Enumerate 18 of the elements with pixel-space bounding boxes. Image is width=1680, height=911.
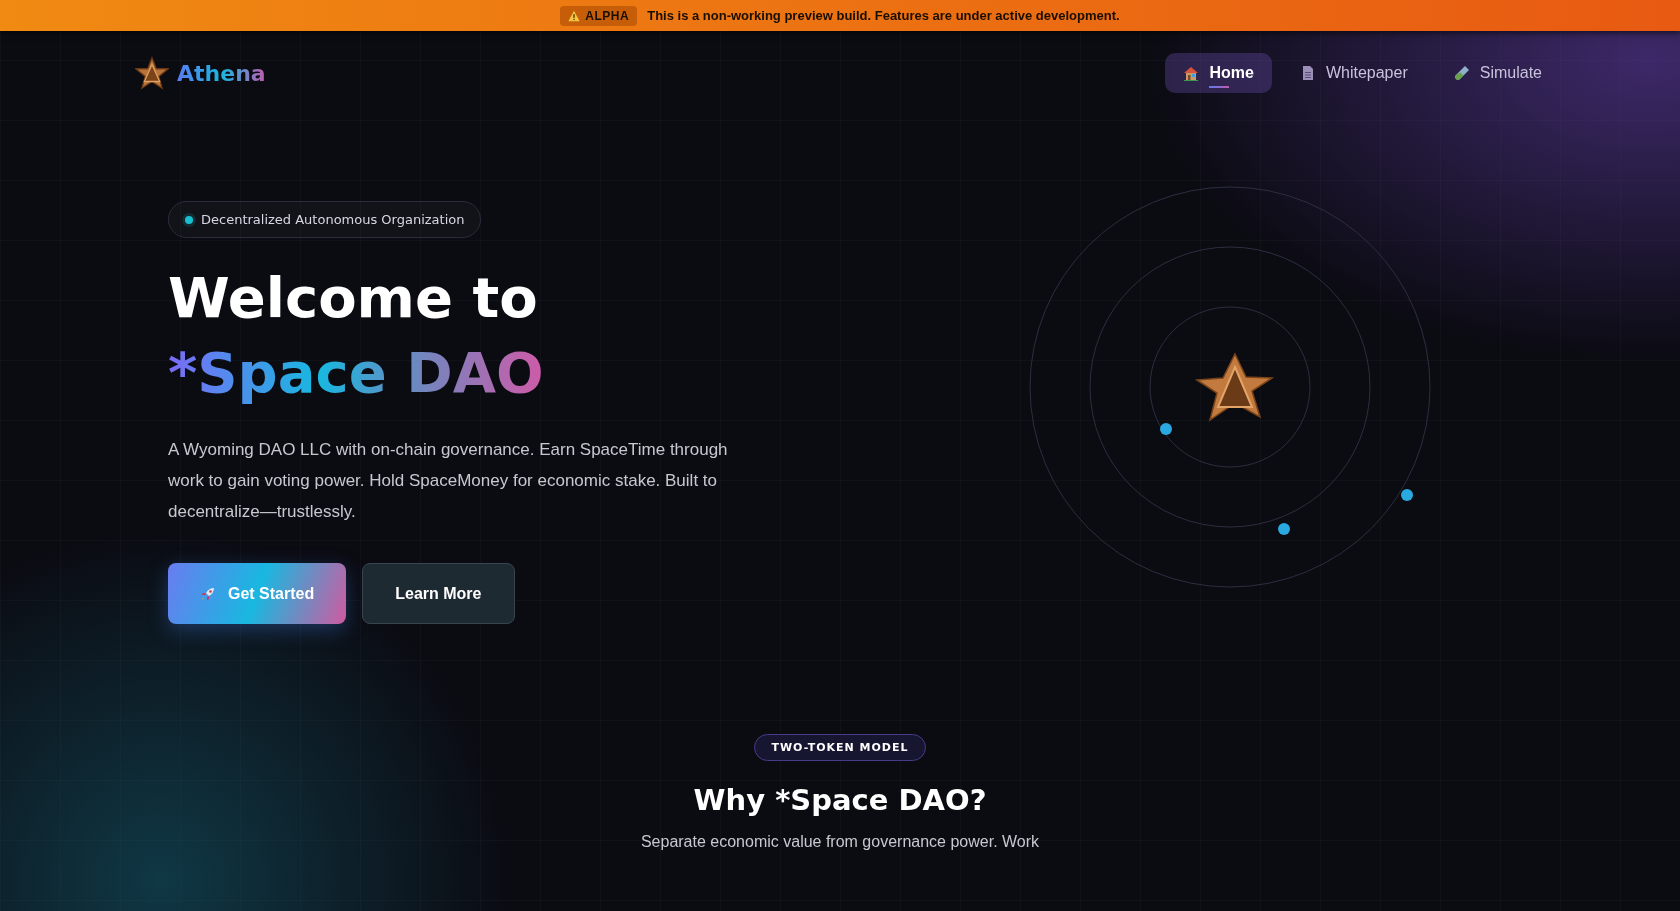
section-title: Why *Space DAO? — [693, 783, 987, 817]
hero-description: A Wyoming DAO LLC with on-chain governance. Earn SpaceTime through work to gain voting power. Hold SpaceMoney for economic stake. Built to decentralize—trustlessly. — [168, 439, 729, 523]
warning-icon — [568, 9, 581, 22]
nav-link[interactable]: Whitepaper — [1281, 53, 1426, 93]
rocket-icon — [200, 585, 216, 602]
hero-title: Welcome to — [168, 264, 539, 332]
badge-text: Decentralized Autonomous Organization — [201, 212, 465, 227]
nav-link[interactable]: Home — [1165, 53, 1272, 93]
alpha-tag: ALPHA — [560, 5, 638, 26]
section-badge: TWO-TOKEN MODEL — [754, 734, 926, 761]
nav-link[interactable]: Simulate — [1435, 53, 1560, 93]
section-text: Separate economic value from governance power. Work — [640, 833, 1040, 851]
house-icon — [1183, 65, 1200, 81]
learn-more-button[interactable]: Learn More — [362, 563, 515, 624]
star-logo-icon — [135, 56, 169, 90]
test-tube-icon — [1453, 65, 1470, 81]
banner-message: This is a non-working preview build. Features are under active development. — [647, 8, 1120, 23]
status-dot-icon — [185, 215, 193, 224]
